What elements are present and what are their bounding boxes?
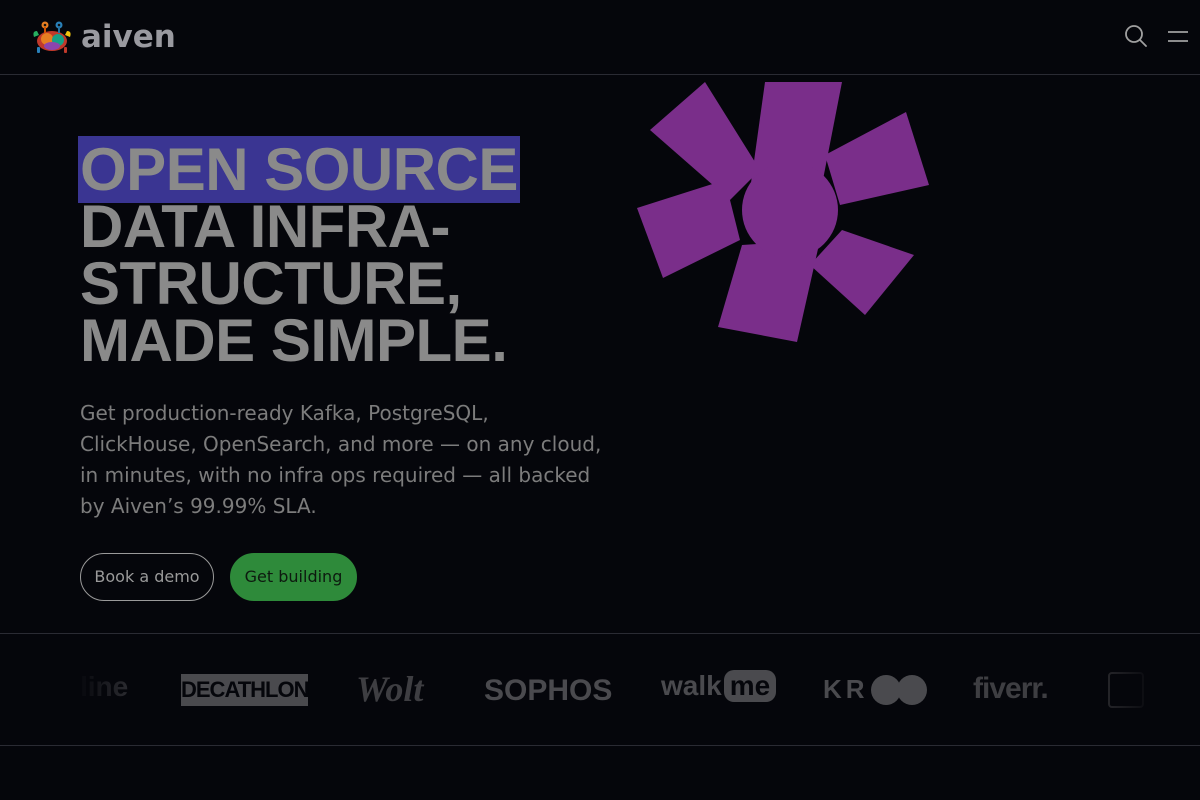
search-icon[interactable] <box>1124 24 1148 48</box>
strip-fade-right <box>1100 634 1200 745</box>
hero-subtitle: Get production-ready Kafka, PostgreSQL, … <box>80 401 602 518</box>
logo-kroo: KR <box>823 674 927 705</box>
logo-walkme-me: me <box>723 670 777 702</box>
aiven-logo[interactable]: aiven <box>31 19 176 55</box>
logo-kroo-text: KR <box>823 674 869 704</box>
headline-line-4: MADE SIMPLE. <box>80 307 508 374</box>
logo-walkme: walk me <box>661 670 777 702</box>
hero-headline: OPEN SOURCE DATA INFRA- STRUCTURE, MADE … <box>78 136 640 374</box>
get-building-button[interactable]: Get building <box>230 553 357 601</box>
logo-wolt: Wolt <box>356 669 424 709</box>
logo-fiverr: fiverr. <box>973 672 1049 705</box>
logo-kroo-dots <box>870 674 927 705</box>
headline-line-2: DATA INFRA- <box>80 193 450 260</box>
logo-decathlon: DECATHLON <box>181 674 309 706</box>
logo-wordmark: aiven <box>81 19 176 55</box>
top-navigation-bar: aiven <box>0 0 1200 75</box>
hamburger-menu-icon[interactable] <box>1166 27 1190 45</box>
logo-walkme-walk: walk <box>661 670 722 701</box>
book-demo-button[interactable]: Book a demo <box>80 553 214 601</box>
strip-fade-left <box>0 634 140 745</box>
crab-logo-icon <box>33 21 71 53</box>
logo-sophos: SOPHOS <box>484 674 613 707</box>
headline-line-3: STRUCTURE, <box>80 250 462 317</box>
asterisk-graphic <box>637 82 929 342</box>
customer-logos-strip: line DECATHLON Wolt SOPHOS walkme KR fiv… <box>0 633 1200 746</box>
